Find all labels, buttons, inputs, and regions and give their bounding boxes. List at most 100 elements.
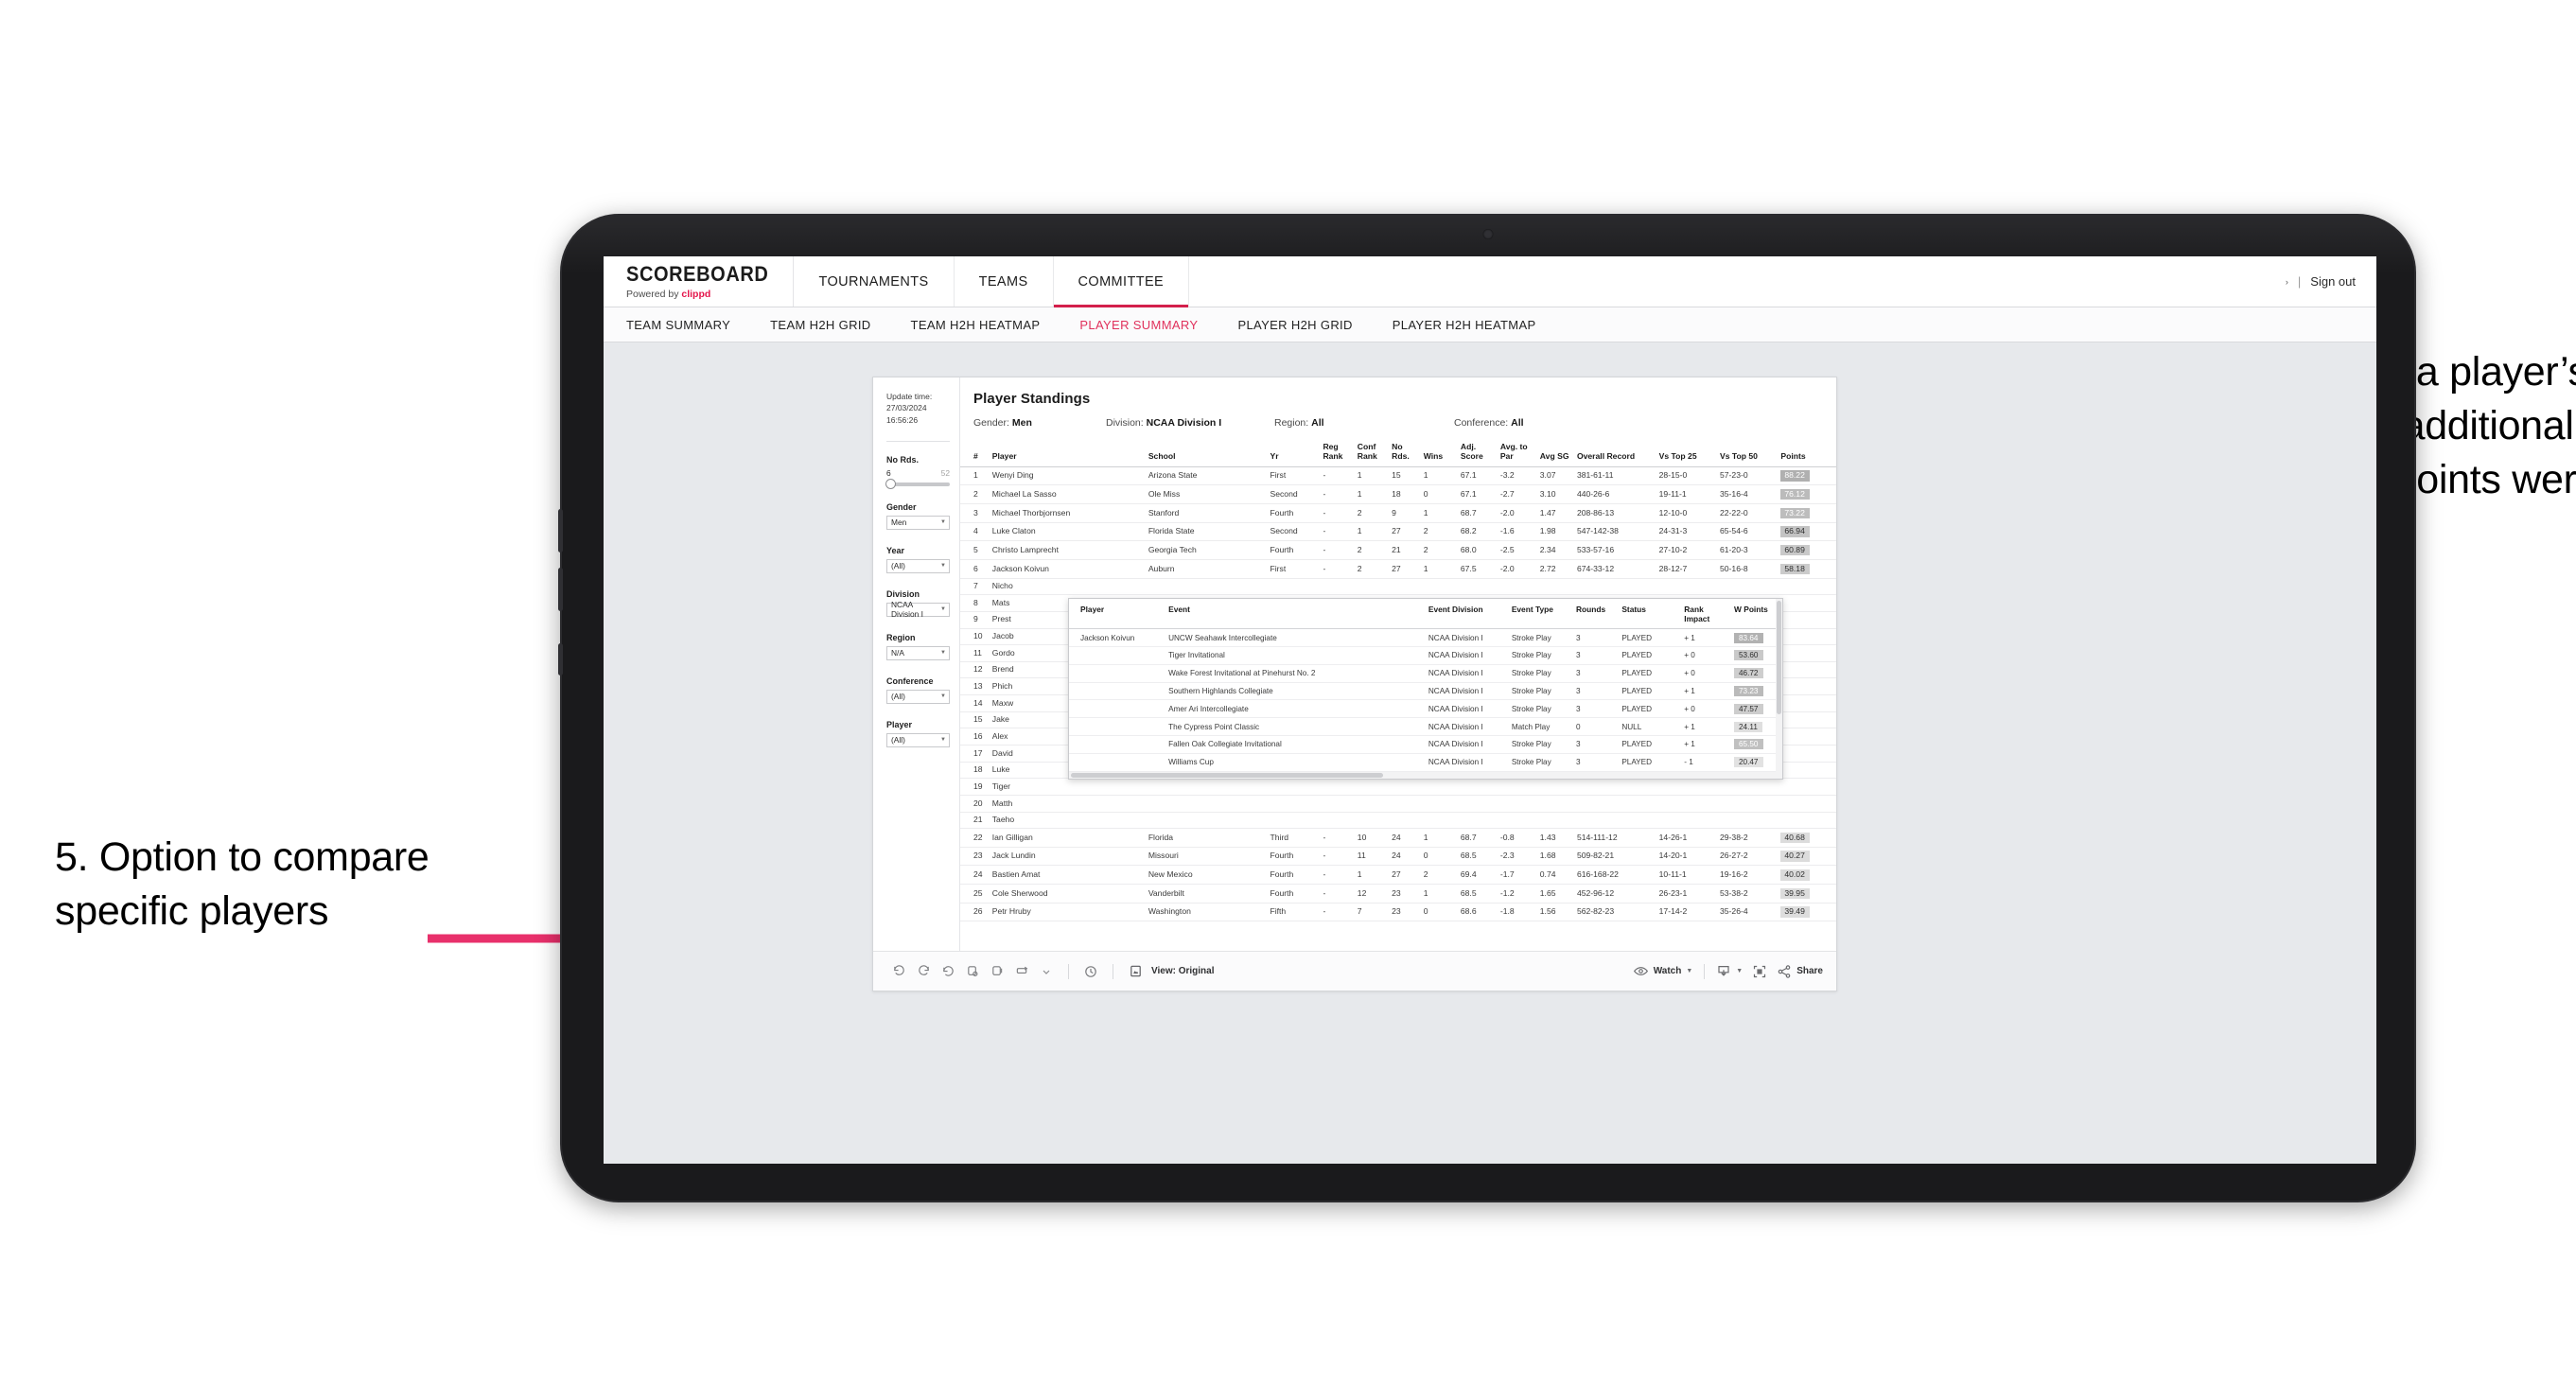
points-chip[interactable]: 39.95 — [1780, 887, 1810, 900]
refresh-icon[interactable] — [960, 959, 985, 984]
cell-points[interactable] — [1778, 594, 1836, 612]
table-row[interactable]: 25 Cole Sherwood Vanderbilt Fourth -12 23 1 68.… — [960, 884, 1836, 904]
cell-points[interactable]: 58.18 — [1778, 559, 1836, 579]
col-overall-record[interactable]: Overall Record — [1573, 440, 1656, 467]
tab-player-h2h-grid[interactable]: PLAYER H2H GRID — [1237, 318, 1352, 332]
scrollbar-thumb[interactable] — [1071, 773, 1383, 778]
table-row[interactable]: 19 Tiger — [960, 778, 1836, 796]
table-row[interactable]: 6 Jackson Koivun Auburn First -2 27 1 67.5 -2.0 2… — [960, 559, 1836, 579]
eye-icon[interactable] — [1633, 963, 1649, 979]
tab-team-h2h-heatmap[interactable]: TEAM H2H HEATMAP — [911, 318, 1041, 332]
filter-year-select[interactable]: (All) ▼ — [886, 558, 950, 573]
scrollbar-thumb[interactable] — [1777, 601, 1781, 714]
col-conf-rank[interactable]: Conf Rank — [1354, 440, 1390, 467]
volume-button-up[interactable] — [558, 509, 563, 553]
pause-icon[interactable] — [985, 959, 1009, 984]
table-row[interactable]: 5 Christo Lamprecht Georgia Tech Fourth -2 21… — [960, 540, 1836, 560]
table-row[interactable]: 23 Jack Lundin Missouri Fourth -11 24 0 68.5 -2.… — [960, 847, 1836, 867]
points-chip[interactable]: 40.68 — [1780, 832, 1810, 844]
cell-points[interactable] — [1778, 795, 1836, 813]
filter-division-select[interactable]: NCAA Division I ▼ — [886, 600, 950, 619]
slider-handle[interactable] — [885, 478, 896, 489]
download-icon[interactable] — [1716, 964, 1731, 979]
cell-points[interactable]: 40.27 — [1778, 847, 1836, 867]
share-label[interactable]: Share — [1796, 966, 1823, 976]
nav-item-teams[interactable]: TEAMS — [955, 256, 1054, 307]
slider-track[interactable] — [885, 478, 950, 489]
points-chip[interactable]: 60.89 — [1780, 544, 1810, 556]
cell-points[interactable] — [1778, 778, 1836, 796]
watch-label[interactable]: Watch — [1654, 966, 1682, 976]
points-chip[interactable]: 39.49 — [1780, 906, 1810, 918]
undo-icon[interactable] — [886, 959, 911, 984]
cell-points[interactable] — [1778, 611, 1836, 629]
points-chip[interactable]: 73.22 — [1780, 507, 1810, 519]
cell-points[interactable] — [1778, 578, 1836, 596]
col-avg-sg[interactable]: Avg SG — [1536, 440, 1574, 467]
table-row[interactable]: 2 Michael La Sasso Ole Miss Second -1 18 0 67.1… — [960, 484, 1836, 505]
col-yr[interactable]: Yr — [1267, 440, 1321, 467]
clock-icon[interactable] — [1078, 959, 1103, 984]
cell-points[interactable] — [1778, 728, 1836, 746]
col-school[interactable]: School — [1145, 440, 1268, 467]
cell-points[interactable]: 40.02 — [1778, 865, 1836, 886]
chevron-down-icon[interactable] — [1034, 959, 1059, 984]
volume-button-down[interactable] — [558, 568, 563, 611]
points-chip[interactable]: 76.12 — [1780, 488, 1810, 500]
table-row[interactable]: 22 Ian Gilligan Florida Third -10 24 1 68.7 -0.8… — [960, 828, 1836, 848]
table-row[interactable]: 4 Luke Claton Florida State Second -1 27 2 68.2… — [960, 522, 1836, 542]
col-reg-rank[interactable]: Reg Rank — [1320, 440, 1355, 467]
cell-points[interactable]: 76.12 — [1778, 484, 1836, 505]
cell-points[interactable] — [1778, 812, 1836, 830]
cell-points[interactable] — [1778, 762, 1836, 780]
col-wins[interactable]: Wins — [1420, 440, 1458, 467]
cell-points[interactable]: 40.68 — [1778, 828, 1836, 848]
table-row[interactable]: 1 Wenyi Ding Arizona State First -1 15 1 67.1 -3… — [960, 466, 1836, 486]
col-vs-top-25[interactable]: Vs Top 25 — [1656, 440, 1717, 467]
col-avg-to-par[interactable]: Avg. to Par — [1497, 440, 1537, 467]
tooltip-vertical-scrollbar[interactable] — [1776, 599, 1782, 779]
cell-points[interactable]: 60.89 — [1778, 540, 1836, 560]
cell-points[interactable]: 66.94 — [1778, 522, 1836, 542]
table-row[interactable]: 20 Matth — [960, 795, 1836, 813]
filter-player-select[interactable]: (All) ▼ — [886, 732, 950, 747]
share-icon[interactable] — [1777, 964, 1792, 979]
table-row[interactable]: 26 Petr Hruby Washington Fifth -7 23 0 68.6 -1.8… — [960, 903, 1836, 922]
cell-points[interactable] — [1778, 644, 1836, 662]
cell-points[interactable]: 39.95 — [1778, 884, 1836, 904]
points-chip[interactable]: 40.02 — [1780, 869, 1810, 881]
cell-points[interactable] — [1778, 677, 1836, 696]
cell-points[interactable]: 39.49 — [1778, 903, 1836, 922]
chevron-right-icon[interactable]: › — [2286, 277, 2288, 287]
col-adj-score[interactable]: Adj. Score — [1457, 440, 1498, 467]
fullscreen-icon[interactable] — [1752, 964, 1767, 979]
cell-points[interactable] — [1778, 745, 1836, 763]
tab-team-h2h-grid[interactable]: TEAM H2H GRID — [770, 318, 870, 332]
col-rank[interactable]: # — [960, 440, 990, 467]
points-chip[interactable]: 88.22 — [1780, 470, 1810, 482]
view-original-icon[interactable] — [1123, 959, 1148, 984]
power-button[interactable] — [558, 643, 563, 675]
points-chip[interactable]: 58.18 — [1780, 563, 1810, 574]
revert-icon[interactable] — [936, 959, 960, 984]
cell-points[interactable] — [1778, 711, 1836, 729]
points-chip[interactable]: 40.27 — [1780, 851, 1810, 862]
nav-item-committee[interactable]: COMMITTEE — [1053, 256, 1190, 307]
table-row[interactable]: 24 Bastien Amat New Mexico Fourth -1 27 2 69.4-… — [960, 865, 1836, 886]
tab-player-summary[interactable]: PLAYER SUMMARY — [1079, 318, 1198, 332]
tab-team-summary[interactable]: TEAM SUMMARY — [626, 318, 730, 332]
sign-out-button[interactable]: Sign out — [2310, 274, 2356, 289]
col-points[interactable]: Points — [1778, 440, 1836, 467]
chevron-down-icon[interactable]: ▼ — [1736, 968, 1743, 974]
tabs-icon[interactable] — [1009, 959, 1034, 984]
tab-player-h2h-heatmap[interactable]: PLAYER H2H HEATMAP — [1393, 318, 1536, 332]
cell-points[interactable] — [1778, 661, 1836, 679]
view-original-label[interactable]: View: Original — [1151, 966, 1215, 976]
col-player[interactable]: Player — [989, 440, 1146, 467]
col-vs-top-50[interactable]: Vs Top 50 — [1717, 440, 1779, 467]
brand-logo[interactable]: SCOREBOARD Powered by clippd — [604, 256, 795, 307]
filter-conference-select[interactable]: (All) ▼ — [886, 689, 950, 704]
chevron-down-icon[interactable]: ▼ — [1686, 968, 1692, 974]
points-chip[interactable]: 66.94 — [1780, 526, 1810, 537]
filter-gender-select[interactable]: Men ▼ — [886, 515, 950, 530]
